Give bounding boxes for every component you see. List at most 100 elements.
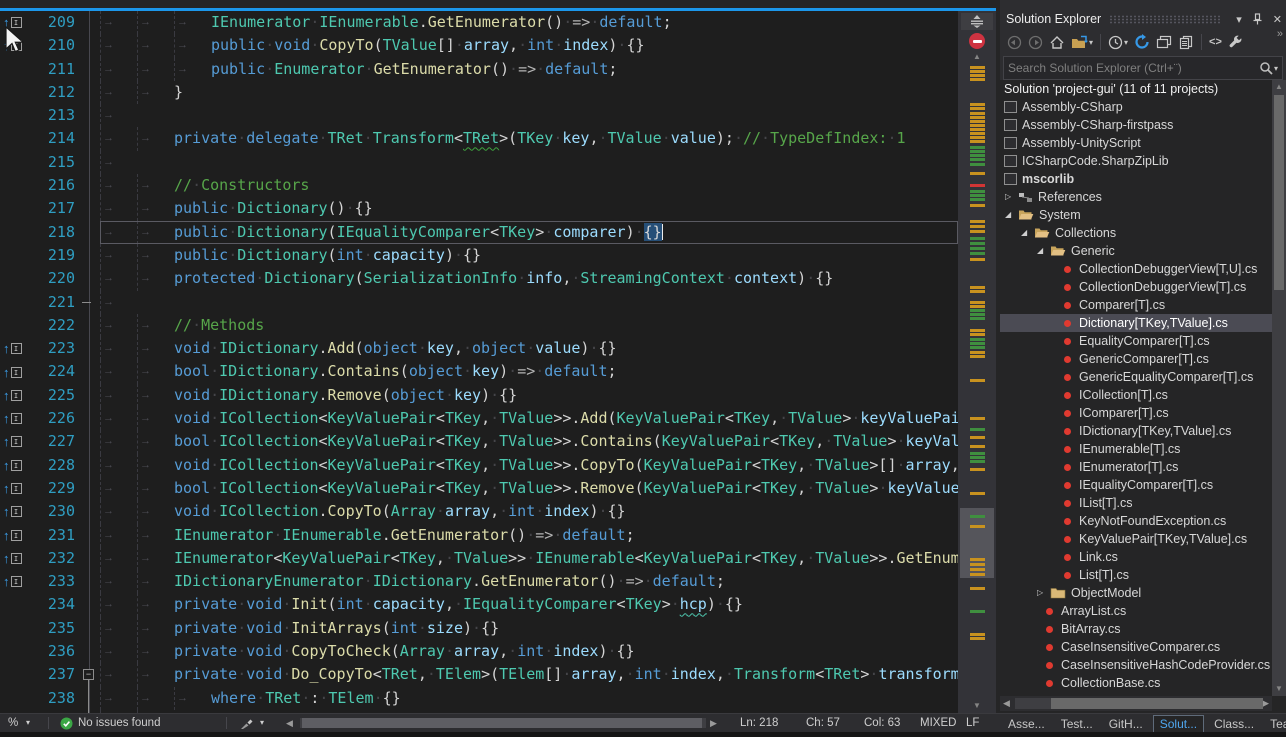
code-line[interactable]: ↑I229→→bool·ICollection<KeyValuePair<TKe… (0, 477, 958, 500)
tree-item-equalitycomparer-t-cs[interactable]: EqualityComparer[T].cs (1000, 332, 1272, 350)
tree-item-idictionary-tkey-tvalue-cs[interactable]: IDictionary[TKey,TValue].cs (1000, 422, 1272, 440)
line-number[interactable]: 227 (34, 430, 90, 453)
tree-item-comparer-t-cs[interactable]: Comparer[T].cs (1000, 296, 1272, 314)
chevron-expanded-icon[interactable]: ◢ (1005, 210, 1011, 219)
code-text[interactable]: IEnumerator·IEnumerable.GetEnumerator()·… (211, 11, 672, 34)
code-line-content[interactable]: →→public·Dictionary()·{} (100, 197, 958, 220)
implements-member-icon[interactable]: ↑I (3, 529, 22, 542)
code-text[interactable]: //·Constructors (174, 174, 309, 197)
tree-item-ienumerator-t-cs[interactable]: IEnumerator[T].cs (1000, 458, 1272, 476)
code-line[interactable]: ↑I231→→IEnumerator·IEnumerable.GetEnumer… (0, 524, 958, 547)
line-number[interactable]: 225 (34, 384, 90, 407)
line-number[interactable]: 237 (34, 663, 90, 686)
tree-item-link-cs[interactable]: Link.cs (1000, 548, 1272, 566)
code-line-content[interactable]: →→private·void·Init(int·capacity,·IEqual… (100, 593, 958, 616)
code-line-content[interactable]: →→void·ICollection.CopyTo(Array·array,·i… (100, 500, 958, 523)
code-line-content[interactable]: →→//·Methods (100, 314, 958, 337)
editor-scrollbar-marker-strip[interactable]: ▲ ▼ (958, 11, 996, 713)
code-line[interactable]: ↑I230→→void·ICollection.CopyTo(Array·arr… (0, 500, 958, 523)
code-line[interactable]: 213→ (0, 104, 958, 127)
folding-margin[interactable] (90, 34, 100, 57)
code-line[interactable]: 222 →→//·Methods (0, 314, 958, 337)
implements-member-icon[interactable]: ↑I (3, 552, 22, 565)
folding-margin[interactable] (90, 617, 100, 640)
code-line[interactable]: ↑I227→→bool·ICollection<KeyValuePair<TKe… (0, 430, 958, 453)
glyph-margin[interactable]: ↑I (0, 500, 34, 523)
code-line-content[interactable]: →→→IEnumerator·IEnumerable.GetEnumerator… (100, 11, 958, 34)
implements-member-icon[interactable]: ↑I (3, 435, 22, 448)
glyph-margin[interactable] (0, 81, 34, 104)
glyph-margin[interactable]: ↑I (0, 407, 34, 430)
line-number[interactable]: 228 (34, 454, 90, 477)
folding-margin[interactable] (90, 151, 100, 174)
line-number[interactable]: 222 (34, 314, 90, 337)
file-errors-status-icon[interactable] (969, 33, 985, 49)
tree-item-caseinsensitivehashcodeprovider-cs[interactable]: CaseInsensitiveHashCodeProvider.cs (1000, 656, 1272, 674)
scroll-left-icon[interactable]: ◀ (1000, 698, 1013, 709)
code-line-content[interactable]: → (100, 104, 958, 127)
code-line-content[interactable]: →→void·ICollection<KeyValuePair<TKey,·TV… (100, 454, 958, 477)
line-number[interactable]: 218 (34, 221, 90, 244)
tool-window-tab-class[interactable]: Class... (1208, 716, 1260, 732)
code-line-content[interactable]: → (100, 291, 958, 314)
glyph-margin[interactable] (0, 267, 34, 290)
folding-margin[interactable] (90, 360, 100, 383)
tool-window-tab-tea[interactable]: Tea... (1264, 716, 1286, 732)
tree-item-iequalitycomparer-t-cs[interactable]: IEqualityComparer[T].cs (1000, 476, 1272, 494)
chevron-expanded-icon[interactable]: ◢ (1021, 228, 1027, 237)
show-all-files-button[interactable] (1176, 32, 1196, 52)
code-line-content[interactable]: →→private·void·Do_CopyTo<TRet,·TElem>(TE… (100, 663, 958, 686)
code-text[interactable]: bool·ICollection<KeyValuePair<TKey,·TVal… (174, 430, 958, 453)
code-line[interactable]: 235→→private·void·InitArrays(int·size)·{… (0, 617, 958, 640)
implements-member-icon[interactable]: ↑I (3, 575, 22, 588)
code-line[interactable]: ↑I232→→IEnumerator<KeyValuePair<TKey,·TV… (0, 547, 958, 570)
line-number[interactable]: 226 (34, 407, 90, 430)
code-line-content[interactable]: →→protected·Dictionary(SerializationInfo… (100, 267, 958, 290)
tree-item-icsharpcode-sharpziplib[interactable]: ICSharpCode.SharpZipLib (1000, 152, 1272, 170)
scrollbar-down-icon[interactable]: ▼ (958, 701, 996, 710)
tree-item-assembly-csharp[interactable]: Assembly-CSharp (1000, 98, 1272, 116)
line-number[interactable]: 238 (34, 687, 90, 710)
line-number[interactable]: 212 (34, 81, 90, 104)
code-text[interactable]: private·void·InitArrays(int·size)·{} (174, 617, 499, 640)
implements-member-icon[interactable]: ↑I (3, 389, 22, 402)
tree-item-collections[interactable]: ◢Collections (1000, 224, 1272, 242)
tree-item-assembly-csharp-firstpass[interactable]: Assembly-CSharp-firstpass (1000, 116, 1272, 134)
line-number[interactable]: 220 (34, 267, 90, 290)
folding-margin[interactable] (90, 454, 100, 477)
code-line-content[interactable]: →→void·IDictionary.Remove(object·key)·{} (100, 384, 958, 407)
folding-margin[interactable] (90, 384, 100, 407)
toolbar-overflow-icon[interactable]: » (1277, 29, 1283, 39)
code-text[interactable]: private·delegate·TRet·Transform<TRet>(TK… (174, 127, 906, 150)
code-line-content[interactable]: →→public·Dictionary(int·capacity)·{} (100, 244, 958, 267)
code-line-content[interactable]: →→bool·IDictionary.Contains(object·key)·… (100, 360, 958, 383)
folding-margin[interactable] (90, 337, 100, 360)
code-line[interactable]: 215→ (0, 151, 958, 174)
line-number[interactable]: 236 (34, 640, 90, 663)
code-line[interactable]: 237−→→private·void·Do_CopyTo<TRet,·TElem… (0, 663, 958, 686)
code-text[interactable]: private·void·CopyToCheck(Array·array,·in… (174, 640, 635, 663)
chevron-expanded-icon[interactable]: ◢ (1037, 246, 1043, 255)
folding-margin[interactable] (90, 197, 100, 220)
code-line-content[interactable]: →→} (100, 81, 958, 104)
code-line-content[interactable]: →→private·void·InitArrays(int·size)·{} (100, 617, 958, 640)
tree-item-arraylist-cs[interactable]: ArrayList.cs (1000, 602, 1272, 620)
code-text[interactable]: IEnumerator·IEnumerable.GetEnumerator()·… (174, 524, 635, 547)
glyph-margin[interactable] (0, 104, 34, 127)
switch-views-button[interactable]: ▾ (1069, 32, 1095, 52)
view-code-button[interactable]: <> (1207, 32, 1224, 52)
tree-item-genericcomparer-t-cs[interactable]: GenericComparer[T].cs (1000, 350, 1272, 368)
implements-member-icon[interactable]: ↑I (3, 459, 22, 472)
tree-item-genericequalitycomparer-t-cs[interactable]: GenericEqualityComparer[T].cs (1000, 368, 1272, 386)
code-text[interactable]: void·IDictionary.Add(object·key,·object·… (174, 337, 617, 360)
tree-vertical-scrollbar[interactable]: ▲ ▼ (1272, 80, 1286, 696)
glyph-margin[interactable] (0, 687, 34, 710)
code-line[interactable]: 214→→private·delegate·TRet·Transform<TRe… (0, 127, 958, 150)
code-line-content[interactable]: →→→public·void·CopyTo(TValue[]·array,·in… (100, 34, 958, 57)
eol-indicator[interactable]: LF (966, 714, 979, 732)
tree-item-collectiondebuggerview-t-u-cs[interactable]: CollectionDebuggerView[T,U].cs (1000, 260, 1272, 278)
line-number[interactable]: 232 (34, 547, 90, 570)
folding-margin[interactable] (90, 570, 100, 593)
glyph-margin[interactable]: ↑I (0, 454, 34, 477)
zoom-control[interactable]: % (8, 714, 18, 732)
